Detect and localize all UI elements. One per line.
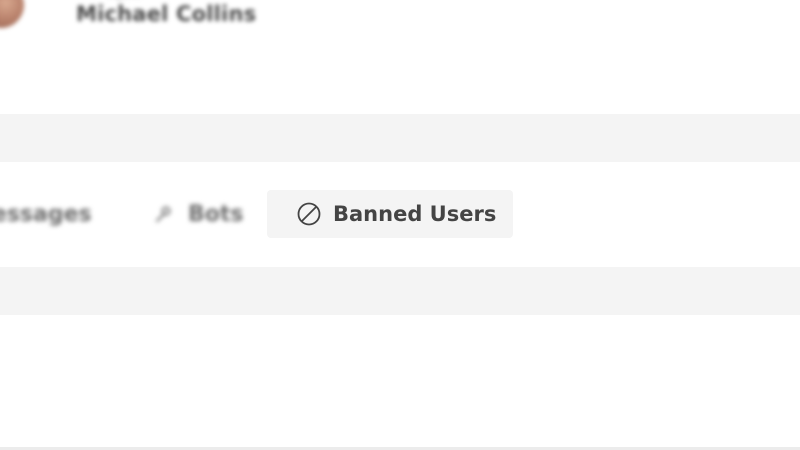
profile-info: Agent Michael Collins [76,0,256,26]
tab-messages[interactable]: Messages [0,190,92,238]
divider-band-bottom [0,267,800,315]
profile-name: Michael Collins [76,2,257,26]
tab-messages-label: Messages [0,201,92,227]
avatar[interactable] [0,0,24,28]
profile-header: Agent Michael Collins [0,0,256,28]
divider-band-top [0,114,800,162]
tab-bots-label: Bots [188,201,244,227]
ban-icon [297,202,321,226]
wrench-icon [152,203,174,225]
tab-banned-users-label: Banned Users [333,202,497,226]
tab-bots[interactable]: Bots [152,190,244,238]
tab-banned-users[interactable]: Banned Users [267,190,513,238]
tab-bar: Messages Bots Banned Users [0,190,800,238]
page: Agent Michael Collins Messages Bots [0,0,800,450]
